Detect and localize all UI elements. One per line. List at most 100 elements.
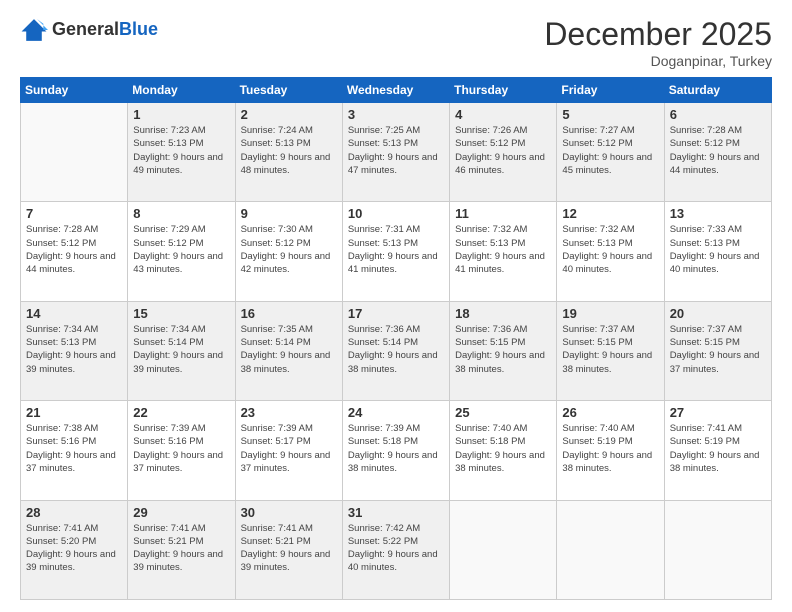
calendar-cell: 6 Sunrise: 7:28 AMSunset: 5:12 PMDaylight… — [664, 103, 771, 202]
calendar-week-row: 28Sunrise: 7:41 AMSunset: 5:20 PMDayligh… — [21, 500, 772, 599]
day-info: Sunrise: 7:33 AMSunset: 5:13 PMDaylight:… — [670, 223, 766, 276]
day-info: Sunrise: 7:41 AMSunset: 5:19 PMDaylight:… — [670, 422, 766, 475]
day-info: Sunrise: 7:29 AMSunset: 5:12 PMDaylight:… — [133, 223, 229, 276]
calendar-week-row: 21Sunrise: 7:38 AMSunset: 5:16 PMDayligh… — [21, 401, 772, 500]
day-info: Sunrise: 7:39 AMSunset: 5:17 PMDaylight:… — [241, 422, 337, 475]
day-number: 19 — [562, 306, 658, 321]
weekday-header: Thursday — [450, 78, 557, 103]
day-number: 6 — [670, 107, 766, 122]
day-info: Sunrise: 7:28 AMSunset: 5:12 PMDaylight:… — [26, 223, 122, 276]
page: GeneralBlue December 2025 Doganpinar, Tu… — [0, 0, 792, 612]
calendar-cell: 8 Sunrise: 7:29 AMSunset: 5:12 PMDaylight… — [128, 202, 235, 301]
day-number: 16 — [241, 306, 337, 321]
calendar-cell: 19 Sunrise: 7:37 AMSunset: 5:15 PMDayligh… — [557, 301, 664, 400]
calendar-cell: 28Sunrise: 7:41 AMSunset: 5:20 PMDayligh… — [21, 500, 128, 599]
day-info: Sunrise: 7:41 AMSunset: 5:21 PMDaylight:… — [133, 522, 229, 575]
calendar-cell: 14 Sunrise: 7:34 AMSunset: 5:13 PMDayligh… — [21, 301, 128, 400]
calendar-cell: 15 Sunrise: 7:34 AMSunset: 5:14 PMDayligh… — [128, 301, 235, 400]
day-number: 13 — [670, 206, 766, 221]
calendar-cell: 22 Sunrise: 7:39 AMSunset: 5:16 PMDayligh… — [128, 401, 235, 500]
day-info: Sunrise: 7:32 AMSunset: 5:13 PMDaylight:… — [562, 223, 658, 276]
day-number: 7 — [26, 206, 122, 221]
calendar-header-row: SundayMondayTuesdayWednesdayThursdayFrid… — [21, 78, 772, 103]
day-number: 17 — [348, 306, 444, 321]
day-info: Sunrise: 7:35 AMSunset: 5:14 PMDaylight:… — [241, 323, 337, 376]
day-info: Sunrise: 7:41 AMSunset: 5:21 PMDaylight:… — [241, 522, 337, 575]
calendar-cell: 13 Sunrise: 7:33 AMSunset: 5:13 PMDayligh… — [664, 202, 771, 301]
calendar-cell: 20 Sunrise: 7:37 AMSunset: 5:15 PMDayligh… — [664, 301, 771, 400]
calendar-cell: 24Sunrise: 7:39 AMSunset: 5:18 PMDayligh… — [342, 401, 449, 500]
calendar-cell: 3 Sunrise: 7:25 AMSunset: 5:13 PMDaylight… — [342, 103, 449, 202]
day-info: Sunrise: 7:26 AMSunset: 5:12 PMDaylight:… — [455, 124, 551, 177]
day-number: 24 — [348, 405, 444, 420]
calendar-week-row: 7 Sunrise: 7:28 AMSunset: 5:12 PMDaylight… — [21, 202, 772, 301]
weekday-header: Sunday — [21, 78, 128, 103]
day-info: Sunrise: 7:34 AMSunset: 5:14 PMDaylight:… — [133, 323, 229, 376]
title-block: December 2025 Doganpinar, Turkey — [544, 16, 772, 69]
weekday-header: Saturday — [664, 78, 771, 103]
day-number: 10 — [348, 206, 444, 221]
day-info: Sunrise: 7:38 AMSunset: 5:16 PMDaylight:… — [26, 422, 122, 475]
calendar-cell: 27 Sunrise: 7:41 AMSunset: 5:19 PMDayligh… — [664, 401, 771, 500]
day-number: 31 — [348, 505, 444, 520]
day-number: 9 — [241, 206, 337, 221]
calendar-cell: 29 Sunrise: 7:41 AMSunset: 5:21 PMDayligh… — [128, 500, 235, 599]
day-number: 12 — [562, 206, 658, 221]
day-info: Sunrise: 7:23 AMSunset: 5:13 PMDaylight:… — [133, 124, 229, 177]
day-info: Sunrise: 7:28 AMSunset: 5:12 PMDaylight:… — [670, 124, 766, 177]
day-info: Sunrise: 7:40 AMSunset: 5:19 PMDaylight:… — [562, 422, 658, 475]
calendar-cell: 21Sunrise: 7:38 AMSunset: 5:16 PMDayligh… — [21, 401, 128, 500]
calendar-cell — [557, 500, 664, 599]
day-number: 4 — [455, 107, 551, 122]
weekday-header: Monday — [128, 78, 235, 103]
calendar-cell — [450, 500, 557, 599]
weekday-header: Friday — [557, 78, 664, 103]
calendar-cell: 9Sunrise: 7:30 AMSunset: 5:12 PMDaylight… — [235, 202, 342, 301]
day-info: Sunrise: 7:27 AMSunset: 5:12 PMDaylight:… — [562, 124, 658, 177]
day-number: 27 — [670, 405, 766, 420]
day-info: Sunrise: 7:32 AMSunset: 5:13 PMDaylight:… — [455, 223, 551, 276]
day-number: 29 — [133, 505, 229, 520]
day-number: 8 — [133, 206, 229, 221]
day-number: 18 — [455, 306, 551, 321]
calendar-cell: 1 Sunrise: 7:23 AMSunset: 5:13 PMDaylight… — [128, 103, 235, 202]
calendar-cell: 26 Sunrise: 7:40 AMSunset: 5:19 PMDayligh… — [557, 401, 664, 500]
day-number: 11 — [455, 206, 551, 221]
calendar-cell: 4 Sunrise: 7:26 AMSunset: 5:12 PMDaylight… — [450, 103, 557, 202]
day-number: 14 — [26, 306, 122, 321]
header: GeneralBlue December 2025 Doganpinar, Tu… — [20, 16, 772, 69]
day-number: 1 — [133, 107, 229, 122]
calendar-cell: 5Sunrise: 7:27 AMSunset: 5:12 PMDaylight… — [557, 103, 664, 202]
day-info: Sunrise: 7:34 AMSunset: 5:13 PMDaylight:… — [26, 323, 122, 376]
day-info: Sunrise: 7:42 AMSunset: 5:22 PMDaylight:… — [348, 522, 444, 575]
calendar-week-row: 1 Sunrise: 7:23 AMSunset: 5:13 PMDaylight… — [21, 103, 772, 202]
day-number: 23 — [241, 405, 337, 420]
calendar-cell: 12 Sunrise: 7:32 AMSunset: 5:13 PMDayligh… — [557, 202, 664, 301]
day-number: 2 — [241, 107, 337, 122]
calendar-cell: 30Sunrise: 7:41 AMSunset: 5:21 PMDayligh… — [235, 500, 342, 599]
calendar-table: SundayMondayTuesdayWednesdayThursdayFrid… — [20, 77, 772, 600]
calendar-cell: 11 Sunrise: 7:32 AMSunset: 5:13 PMDayligh… — [450, 202, 557, 301]
weekday-header: Tuesday — [235, 78, 342, 103]
month-title: December 2025 — [544, 16, 772, 53]
day-info: Sunrise: 7:37 AMSunset: 5:15 PMDaylight:… — [670, 323, 766, 376]
calendar-cell: 17 Sunrise: 7:36 AMSunset: 5:14 PMDayligh… — [342, 301, 449, 400]
day-number: 25 — [455, 405, 551, 420]
day-info: Sunrise: 7:37 AMSunset: 5:15 PMDaylight:… — [562, 323, 658, 376]
day-number: 22 — [133, 405, 229, 420]
day-info: Sunrise: 7:25 AMSunset: 5:13 PMDaylight:… — [348, 124, 444, 177]
day-info: Sunrise: 7:36 AMSunset: 5:14 PMDaylight:… — [348, 323, 444, 376]
day-number: 26 — [562, 405, 658, 420]
day-number: 20 — [670, 306, 766, 321]
weekday-header: Wednesday — [342, 78, 449, 103]
day-number: 3 — [348, 107, 444, 122]
calendar-cell: 2 Sunrise: 7:24 AMSunset: 5:13 PMDaylight… — [235, 103, 342, 202]
calendar-cell — [664, 500, 771, 599]
day-info: Sunrise: 7:39 AMSunset: 5:16 PMDaylight:… — [133, 422, 229, 475]
calendar-cell: 18Sunrise: 7:36 AMSunset: 5:15 PMDayligh… — [450, 301, 557, 400]
day-info: Sunrise: 7:24 AMSunset: 5:13 PMDaylight:… — [241, 124, 337, 177]
logo-text: GeneralBlue — [52, 20, 158, 40]
logo-icon — [20, 16, 48, 44]
calendar-cell: 10Sunrise: 7:31 AMSunset: 5:13 PMDayligh… — [342, 202, 449, 301]
day-number: 15 — [133, 306, 229, 321]
